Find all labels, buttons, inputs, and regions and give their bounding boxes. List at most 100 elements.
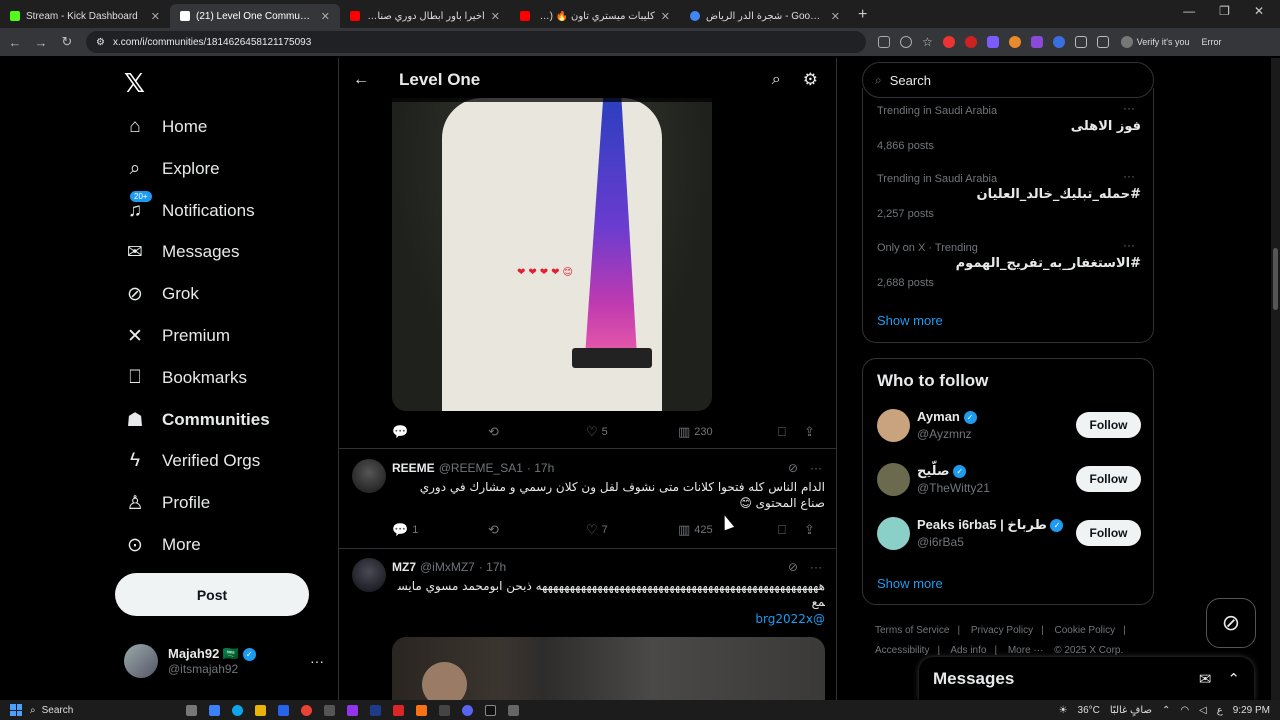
follow-button[interactable]: Follow — [1076, 412, 1141, 438]
follow-suggestion[interactable]: Ayman ✓ @Ayzmnz Follow — [877, 409, 1141, 445]
taskbar-app-icon[interactable] — [232, 704, 243, 716]
follow-suggestion[interactable]: صلّيح ✓ @TheWitty21 Follow — [877, 463, 1141, 499]
reply-button[interactable]: 💬 — [392, 424, 488, 440]
grok-icon[interactable]: ⊘ — [788, 461, 798, 475]
extension-red-icon[interactable] — [942, 36, 955, 48]
nav-notifications[interactable]: ♫ 20+ Notifications — [124, 191, 255, 222]
address-bar[interactable]: ⚙ x.com/i/communities/181462645812117509… — [86, 31, 866, 53]
nav-grok[interactable]: ⊘ Grok — [124, 283, 199, 305]
bookmark-button[interactable]: ⎕ — [778, 424, 804, 440]
more-options-icon[interactable]: ··· — [310, 653, 324, 669]
browser-tab-youtube-1[interactable]: أخيرا باور أبطال دوري صناع المحت ✕ — [340, 4, 510, 28]
share-button[interactable]: ⇪ — [804, 522, 815, 538]
avatar[interactable] — [877, 463, 910, 496]
tray-chevron-icon[interactable]: ⌃ — [1162, 705, 1170, 716]
like-button[interactable]: ♡ 7 — [586, 522, 678, 538]
footer-link[interactable]: Terms of Service — [875, 625, 949, 636]
new-tab-icon[interactable]: + — [850, 6, 875, 28]
trends-show-more-link[interactable]: Show more — [877, 313, 943, 328]
taskbar-app-icon[interactable] — [324, 704, 335, 716]
tweet-time[interactable]: · 17h — [479, 560, 506, 574]
nav-profile[interactable]: ♙ Profile — [124, 492, 210, 514]
avatar[interactable] — [877, 409, 910, 442]
taskbar-search[interactable]: ⌕ Search — [30, 705, 180, 716]
wifi-icon[interactable]: ◠ — [1180, 705, 1189, 716]
more-options-icon[interactable]: ··· — [810, 560, 822, 574]
nav-premium[interactable]: ✕ Premium — [124, 325, 230, 347]
taskbar-app-icon[interactable] — [278, 704, 289, 716]
author-name[interactable]: REEME — [392, 461, 435, 475]
browser-tab-kick[interactable]: Stream - Kick Dashboard ✕ — [0, 4, 170, 28]
trend-item[interactable]: Only on X · Trending #الاستغفار_به_تفريج… — [877, 238, 1141, 289]
chrome-taskbar-icon[interactable] — [301, 704, 312, 716]
more-options-icon[interactable]: ··· — [1123, 101, 1135, 115]
close-icon[interactable]: ✕ — [321, 10, 330, 23]
browser-tab-x[interactable]: (21) Level One Community / X ✕ — [170, 4, 340, 28]
taskbar-app-icon[interactable] — [508, 704, 519, 716]
mention-link[interactable]: @brg2022x — [392, 611, 825, 627]
nav-more[interactable]: ⊙ More — [124, 534, 201, 556]
clock[interactable]: 9:29 PM — [1233, 705, 1270, 716]
close-icon[interactable]: ✕ — [151, 10, 160, 23]
nav-bookmarks[interactable]: ⎕ Bookmarks — [124, 367, 247, 389]
footer-link[interactable]: Ads info — [950, 645, 986, 656]
browser-tab-youtube-2[interactable]: كليبات ميستري تاون 🔥 (راح يتبند ا ✕ — [510, 4, 680, 28]
close-icon[interactable]: ✕ — [661, 10, 670, 23]
taskbar-app-icon[interactable] — [462, 704, 473, 716]
taskbar-app-icon[interactable] — [347, 704, 358, 716]
grok-floating-button[interactable]: ⊘ — [1206, 598, 1256, 648]
search-icon[interactable]: ⌕ — [772, 71, 781, 89]
follow-suggestion[interactable]: Peaks i6rba5 | طرباخ ✓ @i6rBa5 Follow — [877, 517, 1141, 553]
reading-list-icon[interactable] — [1096, 36, 1109, 48]
follow-show-more-link[interactable]: Show more — [877, 576, 943, 591]
footer-link[interactable]: Accessibility — [875, 645, 929, 656]
author-handle[interactable]: @iMxMZ7 — [420, 560, 475, 574]
author-name[interactable]: MZ7 — [392, 560, 416, 574]
taskbar-app-icon[interactable] — [255, 704, 266, 716]
taskbar-app-icon[interactable] — [186, 704, 197, 716]
taskbar-app-icon[interactable] — [485, 704, 496, 716]
like-button[interactable]: ♡ 5 — [586, 424, 678, 440]
close-icon[interactable]: ✕ — [831, 10, 840, 23]
extension-shield-icon[interactable] — [986, 36, 999, 48]
trend-item[interactable]: Trending in Saudi Arabia فوز الاهلى 4,86… — [877, 101, 1141, 152]
account-switcher[interactable]: Majah92 🇸🇦 ✓ @itsmajah92 ··· — [124, 644, 324, 678]
grok-icon[interactable]: ⊘ — [788, 560, 798, 574]
nav-messages[interactable]: ✉ Messages — [124, 241, 239, 263]
footer-link[interactable]: Privacy Policy — [971, 625, 1033, 636]
taskbar-app-icon[interactable] — [393, 704, 404, 716]
nav-verified-orgs[interactable]: ϟ Verified Orgs — [124, 450, 260, 472]
profile-chip[interactable]: Verify it's you — [1120, 36, 1190, 48]
install-icon[interactable] — [878, 36, 890, 48]
reply-button[interactable]: 💬 1 — [392, 522, 488, 538]
close-icon[interactable]: ✕ — [491, 10, 500, 23]
follow-button[interactable]: Follow — [1076, 520, 1141, 546]
tweet-time[interactable]: · 17h — [527, 461, 554, 475]
views-button[interactable]: ▥ 230 — [678, 424, 778, 440]
repost-button[interactable]: ⟲ — [488, 424, 586, 440]
weather-temp[interactable]: 36°C — [1078, 705, 1100, 716]
nav-communities[interactable]: ☗ Communities — [124, 409, 269, 431]
nav-home[interactable]: ⌂ Home — [124, 116, 207, 138]
forward-icon[interactable]: → — [34, 35, 48, 50]
taskbar-app-icon[interactable] — [416, 704, 427, 716]
gear-icon[interactable]: ⚙ — [803, 70, 818, 90]
reload-icon[interactable]: ↻ — [60, 34, 74, 50]
windows-start-icon[interactable] — [10, 704, 22, 716]
bookmark-button[interactable]: ⎕ — [778, 522, 804, 538]
author-handle[interactable]: @REEME_SA1 — [439, 461, 523, 475]
language-indicator[interactable]: ع — [1217, 705, 1223, 716]
zoom-icon[interactable] — [900, 36, 912, 48]
taskbar-app-icon[interactable] — [370, 704, 381, 716]
extension-s-icon[interactable] — [964, 36, 977, 48]
close-window-icon[interactable]: ✕ — [1254, 4, 1264, 18]
maximize-icon[interactable]: ❐ — [1219, 4, 1230, 18]
new-message-icon[interactable]: ✉ — [1199, 670, 1212, 688]
extension-orange-icon[interactable] — [1008, 36, 1021, 48]
taskbar-app-icon[interactable] — [439, 704, 450, 716]
x-logo-icon[interactable]: 𝕏 — [124, 68, 145, 99]
footer-link[interactable]: Cookie Policy — [1055, 625, 1116, 636]
back-icon[interactable]: ← — [8, 35, 22, 50]
repost-button[interactable]: ⟲ — [488, 522, 586, 538]
messages-drawer[interactable]: Messages ✉ ⌃ — [919, 657, 1254, 700]
